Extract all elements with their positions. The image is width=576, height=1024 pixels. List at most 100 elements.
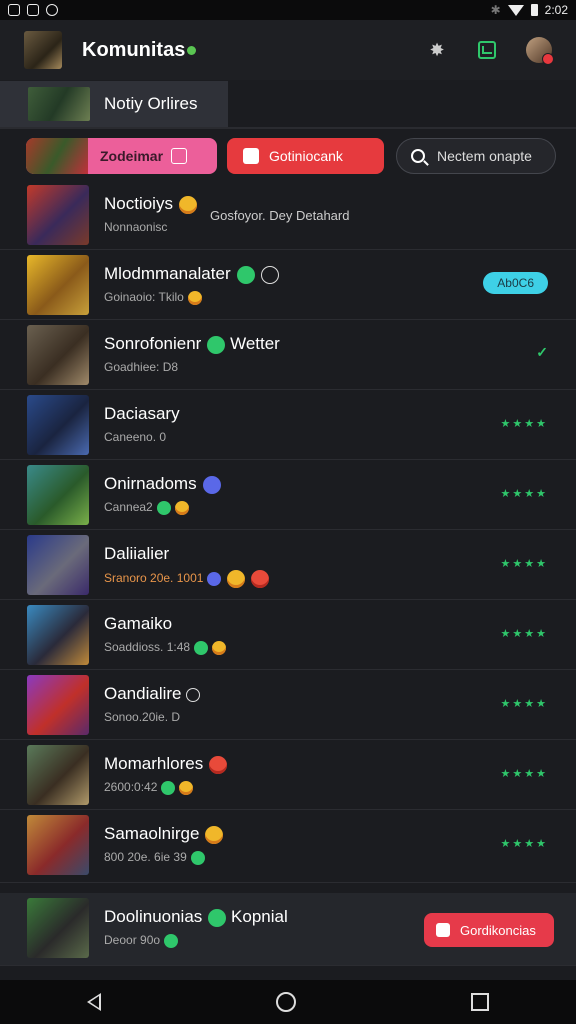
emoji-icon bbox=[190, 850, 205, 865]
community-avatar[interactable] bbox=[24, 31, 62, 69]
item-name: Samaolnirge bbox=[104, 824, 200, 843]
list-item[interactable]: Samaolnirge 800 20e. 6ie 39 ★★★★ bbox=[0, 810, 576, 883]
rating-stars: ★★★★ bbox=[500, 628, 548, 640]
item-name: Onirnadoms bbox=[104, 474, 197, 493]
verified-icon bbox=[236, 265, 255, 284]
shield-icon bbox=[260, 265, 279, 284]
list-item[interactable]: Onirnadoms Cannea2 ★★★★ bbox=[0, 460, 576, 530]
item-name: Mlodmmanalater bbox=[104, 264, 231, 283]
notification-icon bbox=[8, 4, 20, 16]
app-notification-icon bbox=[27, 4, 39, 16]
tab-thumbnail bbox=[28, 87, 90, 121]
filter-chips: Zodeimar Gotiniocank Nectem onapte bbox=[26, 138, 556, 174]
item-subtitle: 800 20e. 6ie 39 bbox=[104, 850, 187, 864]
tab-notiy-orlires[interactable]: Notiy Orlires bbox=[0, 81, 228, 127]
verified-icon bbox=[208, 908, 227, 927]
list-item[interactable]: Oandialire Sonoo.20ie. D ★★★★ bbox=[0, 670, 576, 740]
search-icon bbox=[411, 149, 425, 163]
list-item[interactable]: Doolinuonias Kopnial Deoor 90o Gordikonc… bbox=[0, 893, 576, 966]
chip-thumbnail bbox=[26, 138, 88, 174]
emoji-icon bbox=[178, 195, 197, 214]
item-name: Daciasary bbox=[104, 404, 180, 423]
status-badge[interactable]: Ab0C6 bbox=[483, 272, 548, 294]
check-icon: ✓ bbox=[536, 344, 548, 360]
game-avatar bbox=[27, 675, 89, 735]
list-item[interactable]: Daciasary Caneeno. 0 ★★★★ bbox=[0, 390, 576, 460]
app-title: Komunitas bbox=[82, 39, 197, 62]
list-item[interactable]: Daliialier Sranoro 20e. 1001 ★★★★ bbox=[0, 530, 576, 600]
emoji-icon bbox=[251, 570, 270, 588]
profile-avatar[interactable] bbox=[526, 37, 554, 65]
rating-stars: ★★★★ bbox=[500, 768, 548, 780]
back-icon[interactable] bbox=[87, 993, 102, 1011]
list-item[interactable]: Sonrofonienr Wetter Goadhiee: D8 ✓ bbox=[0, 320, 576, 390]
online-dot-icon bbox=[187, 45, 197, 55]
game-avatar bbox=[27, 605, 89, 665]
item-subtitle: Cannea2 bbox=[104, 500, 153, 514]
item-name: Sonrofonienr bbox=[104, 334, 202, 353]
list-item[interactable]: Noctioiys Nonnaonisc Gosfoyor. Dey Detah… bbox=[0, 180, 576, 250]
list-item[interactable]: Gamaiko Soaddioss. 1:48 ★★★★ bbox=[0, 600, 576, 670]
member-list: Noctioiys Nonnaonisc Gosfoyor. Dey Detah… bbox=[0, 180, 576, 966]
bluetooth-icon: ✱ bbox=[490, 3, 501, 17]
item-subtitle: Sranoro 20e. 1001 bbox=[104, 571, 204, 586]
rating-stars: ★★★★ bbox=[500, 838, 548, 850]
search-placeholder: Nectem onapte bbox=[437, 148, 532, 164]
messenger-icon bbox=[46, 4, 58, 16]
list-item[interactable]: Mlodmmanalater Goinaoio: Tkilo Ab0C6 bbox=[0, 250, 576, 320]
emoji-icon bbox=[161, 780, 176, 795]
wifi-icon bbox=[507, 4, 524, 16]
item-name-suffix: Wetter bbox=[230, 334, 280, 353]
badge-icon bbox=[202, 475, 221, 494]
item-name: Momarhlores bbox=[104, 754, 204, 773]
home-icon[interactable] bbox=[275, 992, 296, 1012]
game-avatar bbox=[27, 255, 89, 315]
item-note: Gosfoyor. Dey Detahard bbox=[210, 208, 350, 223]
chip-label: Gotiniocank bbox=[269, 148, 343, 164]
list-item[interactable]: Momarhlores 2600:0:42 ★★★★ bbox=[0, 740, 576, 810]
recents-icon[interactable] bbox=[470, 993, 489, 1011]
emoji-icon bbox=[227, 570, 246, 588]
stats-icon[interactable] bbox=[478, 41, 496, 59]
sticker-icon bbox=[185, 687, 200, 702]
game-avatar bbox=[27, 325, 89, 385]
gift-icon bbox=[243, 148, 259, 164]
rating-stars: ★★★★ bbox=[500, 488, 548, 500]
sticker-icon bbox=[171, 148, 188, 164]
item-subtitle: Goinaoio: Tkilo bbox=[104, 290, 184, 304]
app-bar: Komunitas ✸ bbox=[0, 20, 576, 80]
verified-icon bbox=[207, 335, 226, 354]
chip-zodeimar[interactable]: Zodeimar bbox=[26, 138, 217, 174]
system-nav-bar bbox=[0, 980, 576, 1024]
settings-icon[interactable]: ✸ bbox=[426, 39, 448, 61]
chip-label: Zodeimar bbox=[100, 148, 164, 164]
item-name: Oandialire bbox=[104, 684, 182, 703]
emoji-icon bbox=[205, 825, 224, 844]
clock: 2:02 bbox=[544, 3, 568, 17]
item-name: Doolinuonias bbox=[104, 907, 203, 926]
item-subtitle: Deoor 90o bbox=[104, 933, 161, 947]
emoji-icon bbox=[174, 500, 189, 515]
action-button[interactable]: Gordikoncias bbox=[424, 913, 554, 947]
notification-badge bbox=[542, 53, 554, 65]
emoji-icon bbox=[194, 640, 209, 655]
game-avatar bbox=[27, 745, 89, 805]
status-bar: ✱ 2:02 bbox=[0, 0, 576, 20]
emoji-icon bbox=[179, 780, 194, 795]
game-avatar bbox=[27, 815, 89, 875]
emoji-icon bbox=[212, 640, 227, 655]
chip-gotiniocank[interactable]: Gotiniocank bbox=[227, 138, 384, 174]
rating-stars: ★★★★ bbox=[500, 698, 548, 710]
rating-stars: ★★★★ bbox=[500, 418, 548, 430]
search-input[interactable]: Nectem onapte bbox=[396, 138, 556, 174]
item-subtitle: Caneeno. 0 bbox=[104, 430, 167, 444]
emoji-icon bbox=[187, 290, 202, 305]
rating-stars: ★★★★ bbox=[500, 558, 548, 570]
game-avatar bbox=[27, 535, 89, 595]
emoji-icon bbox=[164, 933, 179, 948]
emoji-icon bbox=[156, 500, 171, 515]
badge-icon bbox=[207, 572, 222, 586]
item-name: Daliialier bbox=[104, 544, 170, 563]
item-name: Gamaiko bbox=[104, 614, 173, 633]
